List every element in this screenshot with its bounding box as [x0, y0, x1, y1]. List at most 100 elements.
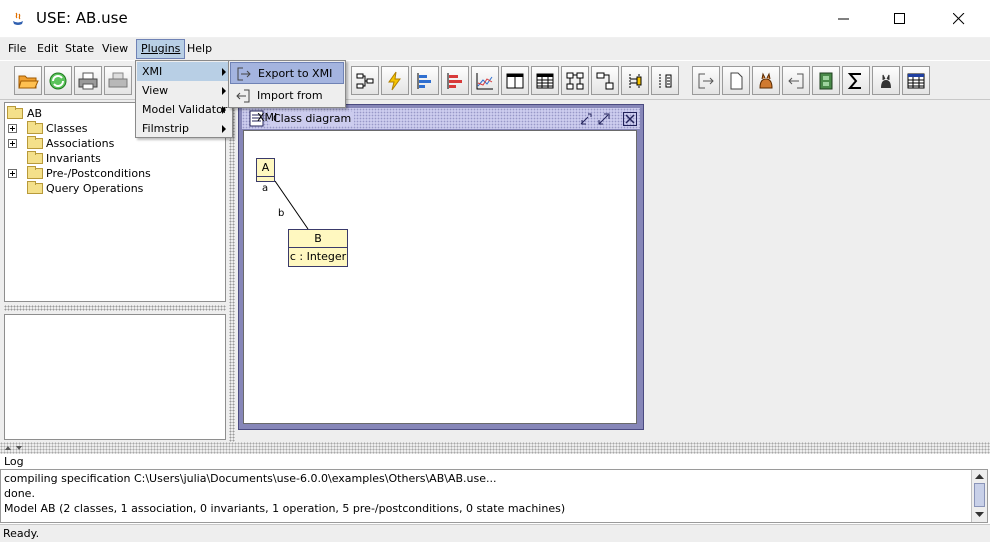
close-icon: [953, 13, 965, 25]
maximize-icon: [894, 13, 905, 24]
tree-item-associations[interactable]: Associations: [7, 136, 207, 151]
object-diagram-button[interactable]: [561, 66, 589, 95]
lightning-button[interactable]: [381, 66, 409, 95]
plugins-menu-item-view[interactable]: View: [137, 81, 231, 100]
table-button[interactable]: [531, 66, 559, 95]
plugins-menu-item-filmstrip[interactable]: Filmstrip: [137, 119, 231, 138]
import-from-xmi-item[interactable]: Import from XMI: [230, 85, 344, 124]
class-diagram-window: Class diagram A a b B c : Integer: [238, 104, 644, 430]
plugins-menu-item-label: Filmstrip: [142, 122, 189, 135]
plugins-menu-item-model-validator[interactable]: Model Validator: [137, 100, 231, 119]
new-document-button[interactable]: [722, 66, 750, 95]
log-scrollbar[interactable]: [971, 470, 987, 522]
class-diagram-button[interactable]: [591, 66, 619, 95]
expand-icon[interactable]: [8, 169, 17, 178]
collapse-arrows-icon[interactable]: [4, 444, 24, 452]
plugins-menu-item-xmi[interactable]: XMI: [137, 62, 231, 81]
menu-plugins-label: Plugins: [141, 42, 181, 55]
film-icon: [819, 72, 833, 89]
folder-icon: [27, 151, 43, 164]
iconify-icon[interactable]: [578, 111, 594, 127]
class-b-box[interactable]: B c : Integer: [288, 229, 348, 267]
expand-icon[interactable]: [8, 139, 17, 148]
sigma-icon: [847, 72, 861, 89]
print-view-button[interactable]: [104, 66, 132, 95]
tree-item-label: Associations: [46, 137, 115, 150]
maximize-frame-icon[interactable]: [596, 111, 612, 127]
tree-root-label: AB: [27, 107, 43, 120]
reload-button[interactable]: [44, 66, 72, 95]
class-b-attribute: c : Integer: [289, 250, 347, 263]
menu-file[interactable]: File: [4, 39, 30, 59]
plugins-menu: XMI View Model Validator Filmstrip: [135, 60, 233, 138]
tree-item-invariants[interactable]: Invariants: [7, 151, 207, 166]
cat-small-button[interactable]: [872, 66, 900, 95]
log-area[interactable]: compiling specification C:\Users\julia\D…: [0, 469, 988, 523]
line-chart-button[interactable]: [471, 66, 499, 95]
association-line: [274, 180, 309, 230]
object-diagram-icon: [566, 72, 584, 89]
class-diagram-canvas[interactable]: A a b B c : Integer: [243, 130, 637, 424]
plugins-menu-item-label: Model Validator: [142, 103, 228, 116]
communication-button[interactable]: [651, 66, 679, 95]
print-icon: [78, 72, 98, 89]
export-icon: [698, 73, 714, 88]
xmi-submenu: Export to XMI Import from XMI: [228, 60, 346, 124]
class-a-name: A: [257, 159, 274, 177]
detail-panel: [4, 314, 226, 440]
menu-view[interactable]: View: [98, 39, 132, 59]
plugins-menu-item-label: XMI: [142, 65, 163, 78]
export-to-xmi-item[interactable]: Export to XMI: [230, 62, 344, 84]
status-bar: Ready.: [0, 524, 990, 542]
class-hierarchy-icon: [356, 73, 374, 88]
minimize-button[interactable]: [815, 0, 873, 38]
menu-help-label: Help: [187, 42, 213, 55]
log-line: Model AB (2 classes, 1 association, 0 in…: [4, 502, 566, 515]
close-frame-icon[interactable]: [622, 111, 638, 127]
export-button[interactable]: [692, 66, 720, 95]
menu-edit[interactable]: Edit: [33, 39, 62, 59]
status-text: Ready.: [3, 527, 40, 540]
menu-state[interactable]: State: [61, 39, 98, 59]
class-hierarchy-button[interactable]: [351, 66, 379, 95]
class-a-box[interactable]: A: [256, 158, 275, 182]
menu-view-label: View: [102, 42, 129, 55]
line-chart-icon: [476, 72, 493, 89]
cat-button[interactable]: [752, 66, 780, 95]
import-icon: [788, 73, 804, 88]
menu-edit-label: Edit: [37, 42, 59, 55]
lightning-icon: [388, 71, 401, 90]
sequence-icon: [629, 73, 642, 88]
tree-item-query-operations[interactable]: Query Operations: [7, 181, 207, 196]
bar-chart-blue-button[interactable]: [411, 66, 439, 95]
expand-icon[interactable]: [8, 124, 17, 133]
menu-plugins[interactable]: Plugins: [136, 39, 186, 59]
print-button[interactable]: [74, 66, 102, 95]
table-layout-button[interactable]: [501, 66, 529, 95]
scroll-up-icon[interactable]: [974, 472, 985, 481]
window-titlebar: USE: AB.use: [0, 0, 990, 38]
plugins-menu-item-label: View: [142, 84, 169, 97]
class-diagram-titlebar[interactable]: Class diagram: [242, 108, 640, 129]
scroll-down-icon[interactable]: [974, 510, 985, 519]
new-document-icon: [730, 72, 743, 89]
folder-icon: [27, 136, 43, 149]
menu-help[interactable]: Help: [183, 39, 216, 59]
import-button[interactable]: [782, 66, 810, 95]
bar-chart-red-button[interactable]: [441, 66, 469, 95]
log-label: Log: [4, 455, 24, 468]
maximize-button[interactable]: [871, 0, 929, 38]
open-button[interactable]: [14, 66, 42, 95]
role-label-b: b: [278, 208, 285, 219]
film-button[interactable]: [812, 66, 840, 95]
grid-button[interactable]: [902, 66, 930, 95]
main-splitter[interactable]: [229, 100, 235, 442]
scroll-thumb[interactable]: [974, 483, 985, 507]
folder-icon: [27, 166, 43, 179]
tree-splitter[interactable]: [4, 305, 226, 311]
tree-item-pre-postconditions[interactable]: Pre-/Postconditions: [7, 166, 207, 181]
sigma-button[interactable]: [842, 66, 870, 95]
sequence-button[interactable]: [621, 66, 649, 95]
log-splitter[interactable]: [0, 442, 990, 454]
close-window-button[interactable]: [930, 0, 988, 38]
